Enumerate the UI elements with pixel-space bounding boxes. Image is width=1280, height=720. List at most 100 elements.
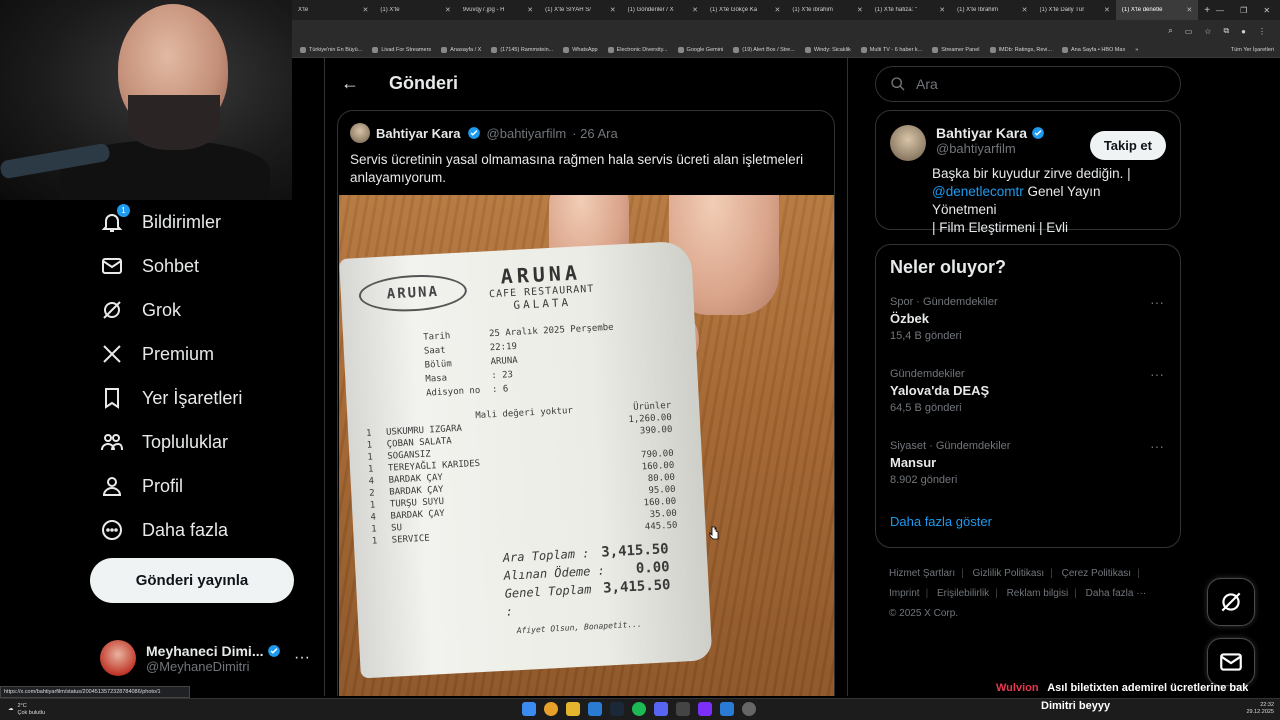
nav-item-grok[interactable]: Grok xyxy=(88,288,318,332)
bookmark-item[interactable]: WhatsApp xyxy=(563,46,598,53)
nav-item-communities[interactable]: Topluluklar xyxy=(88,420,318,464)
close-icon[interactable]: ✕ xyxy=(610,6,616,14)
cast-icon[interactable]: ▭ xyxy=(1185,27,1193,36)
messages-fab-button[interactable] xyxy=(1207,638,1255,686)
bookmark-label: Windy: Sicaklik xyxy=(813,46,851,53)
back-arrow-icon[interactable]: ← xyxy=(341,73,359,94)
more-icon[interactable]: ··· xyxy=(1150,366,1164,382)
bookmark-item[interactable]: Google Gemini xyxy=(677,46,723,53)
trend-item[interactable]: Siyaset · Gündemdekiler Mansur 8.902 gön… xyxy=(876,432,1180,504)
quoted-post[interactable]: Bahtiyar Kara @bahtiyarfilm · 26 Ara Ser… xyxy=(337,110,835,696)
author-name[interactable]: Bahtiyar Kara xyxy=(376,126,461,141)
bookmark-item[interactable]: Electronic Diversity... xyxy=(607,46,668,53)
bookmark-item[interactable]: Multi TV - 6 haber k... xyxy=(860,46,922,53)
bookmark-item[interactable]: Livad For Streamers xyxy=(372,46,431,53)
bookmark-item[interactable]: (17145) Rammstein... xyxy=(491,46,553,53)
bookmark-item[interactable]: Türkiye'nin En Büyü... xyxy=(300,46,362,53)
trend-item[interactable]: Gündemdekiler Yalova'da DEAŞ 64,5 B gönd… xyxy=(876,360,1180,432)
browser-tab[interactable]: (1) Gönderiler / X ✕ xyxy=(622,0,704,20)
close-icon[interactable]: ✕ xyxy=(527,6,533,14)
follow-button[interactable]: Takip et xyxy=(1089,131,1166,160)
close-icon[interactable]: ✕ xyxy=(774,6,780,14)
star-icon[interactable]: ☆ xyxy=(1204,27,1211,36)
close-icon[interactable]: ✕ xyxy=(1104,6,1110,14)
browser-tab[interactable]: (1) X'te Gökçe Ka ✕ xyxy=(704,0,786,20)
spotify-icon[interactable] xyxy=(632,702,646,716)
more-bookmarks-icon[interactable]: » xyxy=(1135,47,1138,53)
close-icon[interactable]: ✕ xyxy=(445,6,451,14)
profile-name[interactable]: Bahtiyar Kara xyxy=(936,125,1027,141)
browser-tab[interactable]: (1) X'te İbrahim ✕ xyxy=(951,0,1033,20)
more-icon[interactable]: ··· xyxy=(1150,294,1164,310)
search-icon[interactable]: ⌕ xyxy=(1168,26,1172,36)
footer-link[interactable]: Gizlilik Politikası xyxy=(973,568,1045,579)
footer-link[interactable]: Hizmet Şartları xyxy=(889,568,955,579)
bookmark-item[interactable]: (19) Alert Box / Stre... xyxy=(733,46,795,53)
browser-tab[interactable]: (1) X'te ✕ xyxy=(374,0,456,20)
bio-mention-link[interactable]: @denetlecomtr xyxy=(932,184,1024,199)
extensions-icon[interactable]: ⧉ xyxy=(1223,26,1229,36)
nav-item-bookmarks[interactable]: Yer İşaretleri xyxy=(88,376,318,420)
nav-item-chat[interactable]: Sohbet xyxy=(88,244,318,288)
close-icon[interactable]: ✕ xyxy=(857,6,863,14)
footer-link[interactable]: Reklam bilgisi xyxy=(1007,588,1069,599)
weather-widget[interactable]: ☁ 2°C Çok bulutlu xyxy=(0,703,45,717)
all-bookmarks-link[interactable]: Tüm Yer İşaretleri xyxy=(1231,47,1280,53)
nav-item-notifications[interactable]: 1 Bildirimler xyxy=(88,200,318,244)
bookmark-item[interactable]: Ana Sayfa • HBO Max xyxy=(1062,46,1125,53)
footer-link[interactable]: Erişilebilirlik xyxy=(937,588,989,599)
app-icon[interactable] xyxy=(720,702,734,716)
system-clock[interactable]: 22:32 29.12.2025 xyxy=(1246,702,1274,716)
app-icon[interactable] xyxy=(698,702,712,716)
close-window-icon[interactable]: ✕ xyxy=(1263,6,1270,15)
browser-tab-active[interactable]: (1) X'te denetle ✕ xyxy=(1115,0,1199,20)
close-icon[interactable]: ✕ xyxy=(1186,6,1192,14)
nav-item-more[interactable]: Daha fazla xyxy=(88,508,318,552)
folder-icon[interactable] xyxy=(566,702,580,716)
browser-tab[interactable]: 9vuvqy7.jpg - H ✕ xyxy=(457,0,539,20)
post-button[interactable]: Gönderi yayınla xyxy=(90,558,294,603)
post-date[interactable]: · 26 Ara xyxy=(572,126,618,141)
chrome-icon[interactable] xyxy=(544,702,558,716)
author-handle[interactable]: @bahtiyarfilm xyxy=(487,126,567,141)
browser-tab[interactable]: (1) X'te hafiza: " ✕ xyxy=(869,0,951,20)
footer-link[interactable]: Çerez Politikası xyxy=(1062,568,1131,579)
bookmark-item[interactable]: Windy: Sicaklik xyxy=(804,46,851,53)
show-more-link[interactable]: Daha fazla göster xyxy=(876,504,1180,539)
app-icon[interactable] xyxy=(742,702,756,716)
trend-item[interactable]: Spor · Gündemdekiler Özbek 15,4 B gönder… xyxy=(876,288,1180,360)
search-input[interactable]: Ara xyxy=(875,66,1181,102)
bookmark-item[interactable]: Streamer Panel xyxy=(932,46,980,53)
avatar[interactable] xyxy=(890,125,926,161)
grok-fab-button[interactable] xyxy=(1207,578,1255,626)
steam-icon[interactable] xyxy=(610,702,624,716)
menu-icon[interactable]: ⋮ xyxy=(1258,27,1266,36)
profile-icon[interactable]: ● xyxy=(1241,27,1246,36)
minimize-icon[interactable]: — xyxy=(1216,6,1224,15)
nav-item-profile[interactable]: Profil xyxy=(88,464,318,508)
edge-icon[interactable] xyxy=(588,702,602,716)
bookmark-item[interactable]: Anasayfa / X xyxy=(441,46,481,53)
account-switcher[interactable]: Meyhaneci Dimi... @MeyhaneDimitri ··· xyxy=(100,638,310,678)
close-icon[interactable]: ✕ xyxy=(692,6,698,14)
maximize-icon[interactable]: ❐ xyxy=(1240,6,1247,15)
app-icon[interactable] xyxy=(676,702,690,716)
more-icon[interactable]: ··· xyxy=(294,649,310,667)
footer-link[interactable]: Daha fazla ··· xyxy=(1086,588,1147,599)
browser-tab[interactable]: (1) X'te SİYAH S/✕ xyxy=(539,0,621,20)
new-tab-button[interactable]: + xyxy=(1198,5,1216,16)
avatar[interactable] xyxy=(350,123,370,143)
post-photo[interactable]: ARUNA ARUNA CAFE RESTAURANT GALATA Tarih… xyxy=(339,195,834,696)
browser-tab[interactable]: (1) X'te Daily Tür ✕ xyxy=(1034,0,1116,20)
close-icon[interactable]: ✕ xyxy=(1022,6,1028,14)
close-icon[interactable]: ✕ xyxy=(363,6,369,14)
bookmark-item[interactable]: IMDb: Ratings, Revi... xyxy=(989,46,1052,53)
close-icon[interactable]: ✕ xyxy=(939,6,945,14)
more-icon[interactable]: ··· xyxy=(1150,438,1164,454)
start-icon[interactable] xyxy=(522,702,536,716)
browser-tab[interactable]: X'te ✕ xyxy=(292,0,374,20)
discord-icon[interactable] xyxy=(654,702,668,716)
nav-item-premium[interactable]: Premium xyxy=(88,332,318,376)
browser-tab[interactable]: (1) X'te ibrahim ✕ xyxy=(786,0,868,20)
footer-link[interactable]: Imprint xyxy=(889,588,920,599)
